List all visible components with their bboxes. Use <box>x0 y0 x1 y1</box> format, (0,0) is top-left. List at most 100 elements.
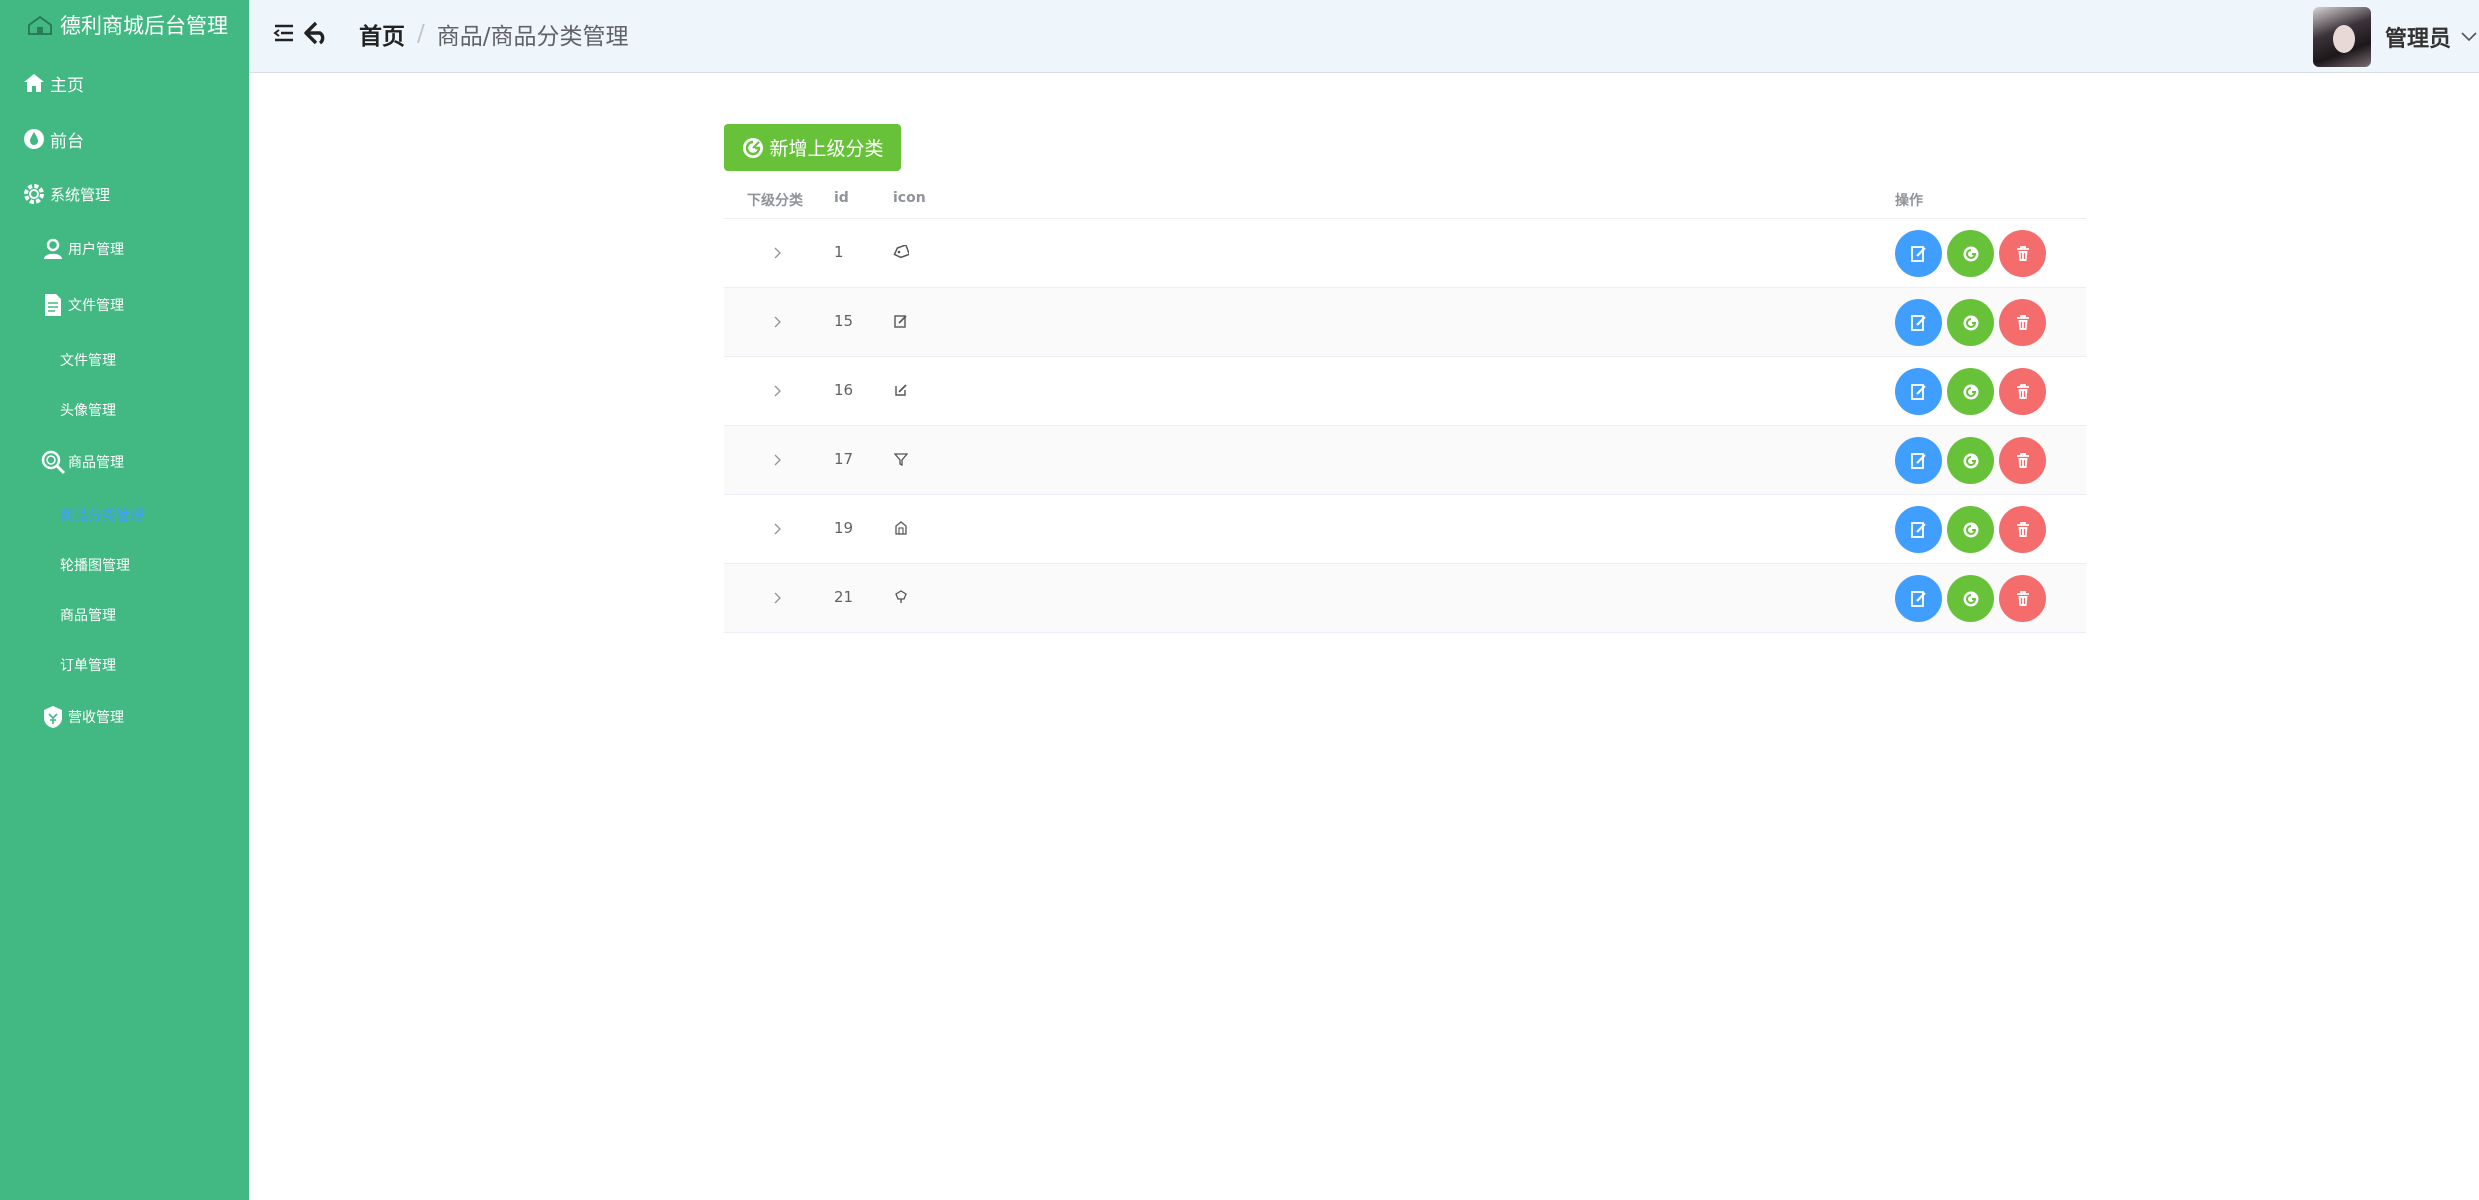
avatar[interactable] <box>2312 6 2371 67</box>
expand-chevron-icon[interactable] <box>768 312 788 332</box>
add-subcategory-button[interactable] <box>1947 368 1994 415</box>
sidebar-item-label: 用户管理 <box>68 242 124 258</box>
sidebar-item-label: 订单管理 <box>60 658 116 674</box>
sidebar-item-label: 营收管理 <box>68 710 124 726</box>
money-icon <box>40 704 66 730</box>
table-row: 1 <box>724 219 2086 288</box>
table-row: 15 <box>724 288 2086 357</box>
sidebar-item-avatar-manage[interactable]: 头像管理 <box>60 400 116 420</box>
breadcrumb-separator: / <box>417 21 425 47</box>
sidebar-item-frontend[interactable]: 前台 <box>20 126 84 152</box>
trash-icon <box>2016 590 2029 606</box>
expand-chevron-icon[interactable] <box>768 450 788 470</box>
table-row: 19 <box>724 495 2086 564</box>
trash-icon <box>2016 245 2029 261</box>
category-id: 16 <box>834 381 854 399</box>
column-header-subcategory: 下级分类 <box>747 193 803 209</box>
category-id: 15 <box>834 312 854 330</box>
edit-button[interactable] <box>1895 506 1942 553</box>
edit-button[interactable] <box>1895 575 1942 622</box>
category-id: 19 <box>834 519 854 537</box>
category-id: 21 <box>834 588 854 606</box>
edit-icon <box>1910 590 1926 607</box>
back-arrow-icon[interactable] <box>304 20 330 46</box>
edit-icon <box>1910 383 1926 400</box>
breadcrumb: 首页 / 商品/商品分类管理 <box>359 17 629 51</box>
edit-icon <box>1910 521 1926 538</box>
column-header-ops: 操作 <box>1895 193 1923 209</box>
document-icon <box>40 292 66 318</box>
edit-icon <box>1910 314 1926 331</box>
edit-icon <box>1910 245 1926 262</box>
add-subcategory-button[interactable] <box>1947 437 1994 484</box>
delete-button[interactable] <box>1999 506 2046 553</box>
sidebar-item-label: 主页 <box>50 75 84 96</box>
expand-chevron-icon[interactable] <box>768 519 788 539</box>
plus-circle-icon <box>1963 246 1978 261</box>
table-row: 17 <box>724 426 2086 495</box>
sidebar: 德利商城后台管理 主页 前台 系统管理 用户管理 文件管理 文件管理 头像管理 … <box>0 0 249 1200</box>
drop-icon <box>20 126 48 152</box>
collapse-menu-icon[interactable] <box>271 20 297 46</box>
expand-chevron-icon[interactable] <box>768 243 788 263</box>
trash-icon <box>2016 452 2029 468</box>
plus-circle-icon <box>1963 591 1978 606</box>
add-subcategory-button[interactable] <box>1947 575 1994 622</box>
expand-chevron-icon[interactable] <box>768 381 788 401</box>
edit-button[interactable] <box>1895 368 1942 415</box>
plus-circle-icon <box>1963 453 1978 468</box>
sidebar-item-label: 系统管理 <box>50 185 111 204</box>
sidebar-item-files[interactable]: 文件管理 <box>40 292 124 318</box>
chevron-down-icon[interactable] <box>2459 27 2479 47</box>
add-top-category-button[interactable]: 新增上级分类 <box>724 124 901 171</box>
edit-icon <box>892 381 910 399</box>
plus-circle-icon <box>1963 384 1978 399</box>
delete-button[interactable] <box>1999 230 2046 277</box>
sidebar-item-order-manage[interactable]: 订单管理 <box>60 655 116 675</box>
shop-logo-icon <box>28 15 52 35</box>
sidebar-item-label: 商品管理 <box>68 455 124 471</box>
delete-button[interactable] <box>1999 575 2046 622</box>
category-id: 17 <box>834 450 854 468</box>
expand-chevron-icon[interactable] <box>768 588 788 608</box>
row-actions <box>1895 299 2046 346</box>
add-subcategory-button[interactable] <box>1947 506 1994 553</box>
home-icon <box>20 70 48 96</box>
trash-icon <box>2016 314 2029 330</box>
edit-button[interactable] <box>1895 437 1942 484</box>
search-icon <box>40 449 66 475</box>
edit-button[interactable] <box>1895 299 1942 346</box>
sidebar-item-label: 文件管理 <box>60 353 116 369</box>
row-actions <box>1895 575 2046 622</box>
breadcrumb-home[interactable]: 首页 <box>359 17 405 51</box>
row-actions <box>1895 437 2046 484</box>
sidebar-item-category-manage[interactable]: 商品分类管理 <box>60 505 144 525</box>
edit-button[interactable] <box>1895 230 1942 277</box>
sidebar-item-carousel-manage[interactable]: 轮播图管理 <box>60 555 130 575</box>
sidebar-item-home[interactable]: 主页 <box>20 70 84 96</box>
sidebar-item-product-manage[interactable]: 商品管理 <box>60 605 116 625</box>
sidebar-item-file-manage[interactable]: 文件管理 <box>60 350 116 370</box>
sidebar-item-label: 商品分类管理 <box>60 508 144 524</box>
plus-circle-icon <box>1963 522 1978 537</box>
plus-circle-icon <box>1963 315 1978 330</box>
sidebar-item-revenue[interactable]: 营收管理 <box>40 704 124 730</box>
sidebar-item-products[interactable]: 商品管理 <box>40 449 124 475</box>
delete-button[interactable] <box>1999 299 2046 346</box>
add-subcategory-button[interactable] <box>1947 299 1994 346</box>
filter-icon <box>892 450 910 468</box>
delete-button[interactable] <box>1999 437 2046 484</box>
row-actions <box>1895 368 2046 415</box>
row-actions <box>1895 230 2046 277</box>
username[interactable]: 管理员 <box>2385 21 2451 53</box>
column-header-icon: icon <box>893 190 926 206</box>
add-subcategory-button[interactable] <box>1947 230 1994 277</box>
sidebar-item-label: 商品管理 <box>60 608 116 624</box>
sidebar-item-users[interactable]: 用户管理 <box>40 236 124 262</box>
brand[interactable]: 德利商城后台管理 <box>0 0 249 50</box>
delete-button[interactable] <box>1999 368 2046 415</box>
user-menu[interactable]: 管理员 <box>2312 0 2479 73</box>
plus-circle-icon <box>741 136 765 160</box>
sidebar-item-system[interactable]: 系统管理 <box>20 181 110 207</box>
gear-icon <box>20 181 48 207</box>
